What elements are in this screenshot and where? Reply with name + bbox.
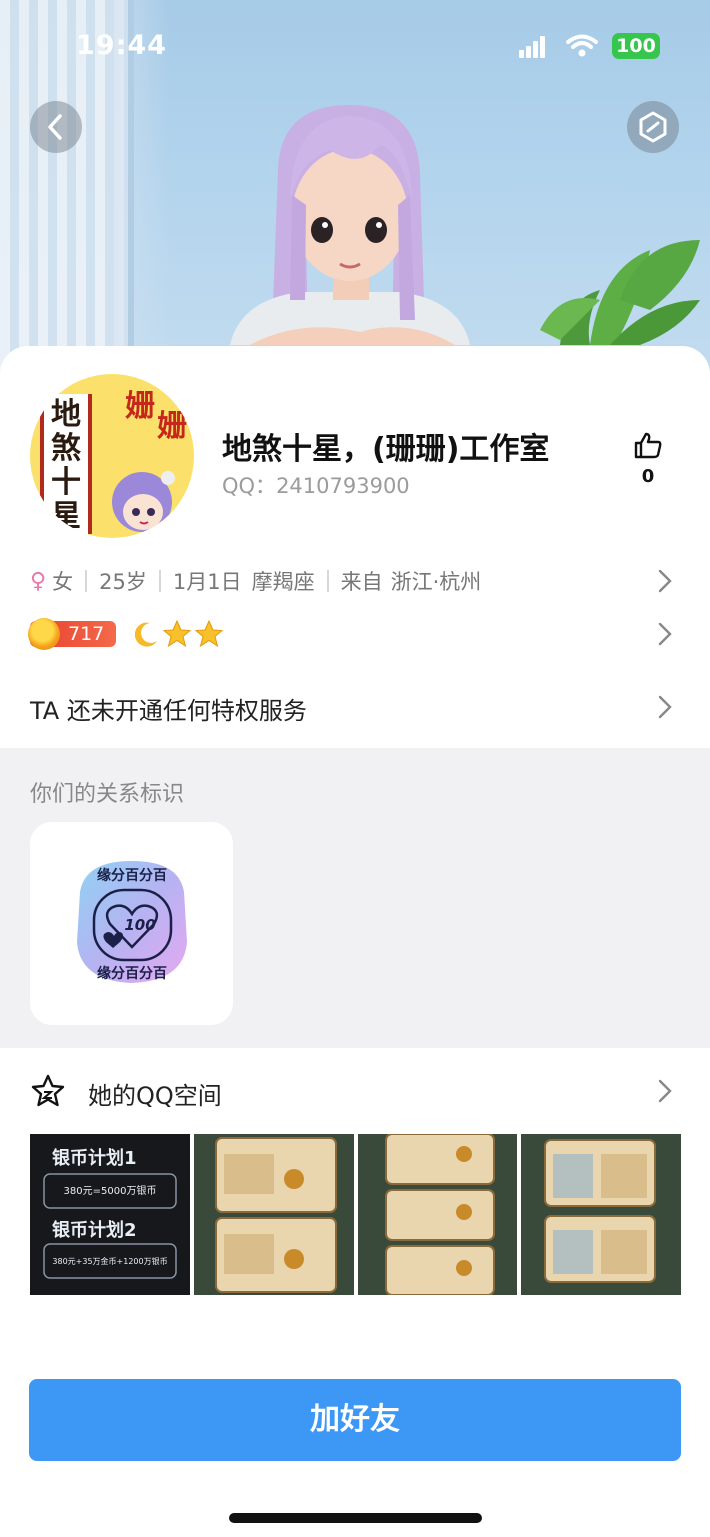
plan2-heading: 银币计划2	[52, 1219, 137, 1241]
qzone-photo[interactable]	[193, 1134, 354, 1295]
qq-number: 2410793900	[276, 474, 410, 498]
home-indicator[interactable]	[229, 1513, 482, 1523]
basic-info-row[interactable]: ♀ 女 25岁 1月1日 摩羯座 来自 浙江·杭州	[30, 564, 481, 598]
signal-icon	[519, 36, 547, 58]
divider	[326, 570, 329, 592]
like-count: 0	[641, 466, 655, 487]
plan1-heading: 银币计划1	[52, 1147, 137, 1169]
avatar-image: 地 煞 十 星 姗 姗	[30, 374, 194, 538]
qzone-star-icon	[31, 1074, 65, 1107]
thumbs-up-icon[interactable]	[633, 430, 663, 460]
avatar-char-2: 煞	[51, 431, 81, 466]
badge-bottom-text: 缘分百分百	[97, 965, 167, 982]
back-button[interactable]	[30, 101, 82, 153]
chevron-right-icon	[658, 569, 672, 593]
qq-level-row[interactable]: 717	[28, 618, 224, 650]
avatar-char-1: 地	[51, 397, 81, 432]
avatar-side-char-1: 姗	[125, 389, 155, 424]
qzone-photo[interactable]	[357, 1134, 518, 1295]
female-icon: ♀	[30, 568, 47, 594]
avatar-char-3: 十	[51, 465, 81, 500]
relationship-badge-card[interactable]: 100 缘分百分百 缘分百分百	[30, 822, 233, 1025]
qzone-row[interactable]: 她的QQ空间	[0, 1048, 710, 1134]
avatar[interactable]: 地 煞 十 星 姗 姗	[30, 374, 194, 538]
qzone-photos: 银币计划1 380元=5000万银币 银币计划2 380元+35万金币+1200…	[30, 1134, 681, 1295]
divider	[158, 570, 161, 592]
star-icon	[194, 619, 224, 648]
divider	[85, 570, 88, 592]
battery-icon: 100	[612, 33, 660, 59]
qzone-photo[interactable]: 银币计划1 380元=5000万银币 银币计划2 380元+35万金币+1200…	[30, 1134, 190, 1295]
settings-button[interactable]	[627, 101, 679, 153]
badge-top-text: 缘分百分百	[97, 867, 167, 884]
relationship-section: 你们的关系标识 100 缘分百分百 缘分百分百	[0, 748, 710, 1048]
zodiac: 摩羯座	[251, 570, 315, 594]
avatar-side-char-2: 姗	[157, 409, 187, 444]
level-value: 717	[68, 623, 105, 645]
birthday: 1月1日	[172, 570, 242, 594]
plan2-line: 380元+35万金币+1200万银币	[52, 1256, 167, 1266]
qzone-photo[interactable]	[521, 1134, 681, 1295]
status-time: 19:44	[76, 30, 167, 61]
plan1-line: 380元=5000万银币	[64, 1184, 157, 1197]
age: 25岁	[99, 570, 147, 594]
chevron-right-icon	[658, 695, 672, 719]
badge-number: 100	[124, 916, 155, 934]
hexagon-settings-icon	[639, 111, 667, 143]
add-friend-button[interactable]: 加好友	[29, 1379, 681, 1461]
location-prefix: 来自	[340, 570, 383, 594]
moon-icon	[134, 622, 157, 647]
star-icon	[162, 619, 192, 648]
relationship-title: 你们的关系标识	[30, 782, 185, 807]
avatar-char-4: 星	[51, 499, 81, 534]
gender: 女	[52, 570, 74, 594]
wifi-icon	[566, 34, 598, 57]
qq-number-line: QQ：2410793900	[222, 470, 410, 500]
qq-label: QQ：	[222, 474, 277, 498]
chevron-right-icon	[658, 1079, 672, 1103]
level-badge: 717	[28, 618, 116, 650]
chevron-right-icon	[658, 622, 672, 646]
chevron-left-icon	[48, 114, 62, 140]
sun-coin-icon	[28, 618, 60, 650]
relationship-badge: 100 缘分百分百 缘分百分百	[74, 858, 190, 986]
level-icons	[130, 619, 224, 649]
profile-cover: 19:44 100	[0, 0, 710, 400]
profile-name: 地煞十星，(珊珊)工作室	[222, 432, 550, 467]
privilege-row[interactable]: TA 还未开通任何特权服务	[30, 691, 307, 726]
qzone-title: 她的QQ空间	[88, 1082, 222, 1110]
profile-card: 地 煞 十 星 姗 姗 地煞十星，(珊珊)工作室 QQ：2410793900 0…	[0, 346, 710, 748]
location: 浙江·杭州	[390, 570, 482, 594]
